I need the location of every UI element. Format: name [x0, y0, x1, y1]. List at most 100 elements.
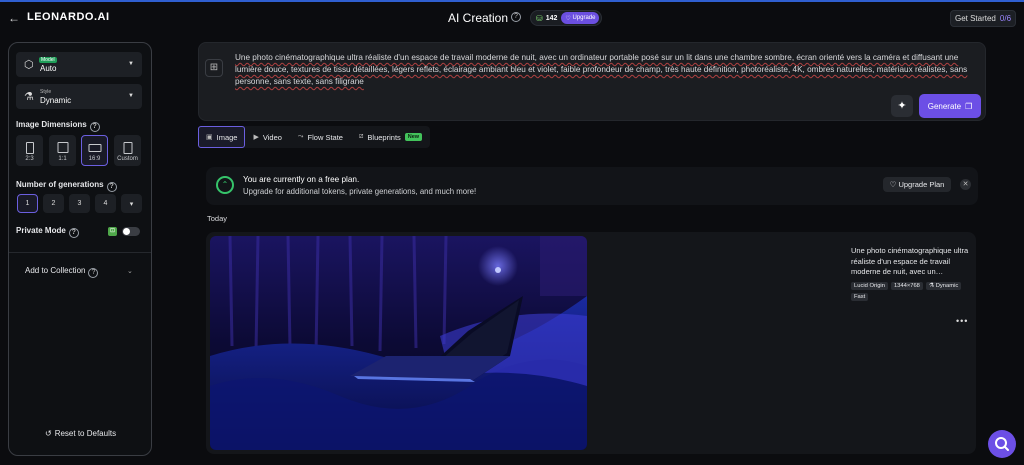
prompt-input[interactable]: Une photo cinématographique ultra réalis… — [235, 52, 975, 88]
generation-count-4[interactable]: 4 — [95, 194, 116, 213]
dimension-label: Custom — [117, 156, 138, 162]
tab-label: Blueprints — [367, 132, 401, 142]
style-tag: ⚗ Dynamic — [925, 282, 962, 290]
blueprint-icon: ⧄ — [358, 133, 364, 140]
lock-icon: ⊡ — [108, 227, 117, 236]
token-balance[interactable]: ⛁ 142 ♡ Upgrade — [530, 10, 603, 26]
tab-label: Image — [216, 132, 238, 142]
video-icon: ▶ — [253, 134, 259, 141]
help-icon[interactable]: ? — [88, 268, 99, 278]
generation-count-more[interactable]: ▾ — [121, 194, 142, 213]
add-to-collection-label: Add to Collection — [25, 266, 86, 275]
banner-title: You are currently on a free plan. — [243, 175, 360, 184]
token-icon: ⛁ — [536, 13, 543, 23]
generation-count-1[interactable]: 1 — [17, 194, 38, 213]
generation-count-2[interactable]: 2 — [43, 194, 64, 213]
prompt-box: ⊞ Une photo cinématographique ultra réal… — [198, 42, 986, 121]
help-icon[interactable]: ? — [89, 122, 100, 132]
toggle-knob — [123, 228, 130, 235]
generations-label: Number of generations? — [16, 180, 117, 192]
cube-icon: ⬡ — [24, 59, 34, 71]
brand-logo[interactable]: LEONARDO.AI — [27, 11, 110, 23]
style-icon: ⚗ — [24, 91, 34, 103]
square-icon — [57, 142, 68, 153]
dimension-label: 2:3 — [25, 156, 34, 162]
style-value: Dynamic — [40, 96, 72, 105]
private-mode-toggle[interactable] — [122, 227, 140, 236]
mode-tabs: ▣ Image ▶ Video ⤳ Flow State ⧄ Blueprints Ne… — [198, 126, 431, 148]
style-tag-label: Dynamic — [935, 283, 959, 289]
page-title: AI Creation — [448, 11, 509, 25]
upgrade-label: Upgrade — [572, 15, 596, 21]
upgrade-arrows-icon: ⌃ — [216, 176, 234, 194]
model-value: Auto — [40, 64, 57, 73]
landscape-icon — [88, 144, 101, 152]
dimension-1-1[interactable]: 1:1 — [49, 135, 76, 166]
image-dimensions-label: Image Dimensions? — [16, 120, 100, 132]
speed-tag: Fast — [851, 293, 869, 301]
tab-flow-state[interactable]: ⤳ Flow State — [290, 126, 351, 148]
get-started-button[interactable]: Get Started 0/6 — [950, 10, 1016, 27]
chevron-down-icon[interactable]: ⌄ — [127, 267, 133, 275]
model-tag: Model — [39, 57, 57, 63]
tab-image[interactable]: ▣ Image — [198, 126, 246, 148]
prompt-enhance-button[interactable]: ✦ — [891, 95, 913, 117]
dimension-label: 16:9 — [88, 156, 101, 162]
upgrade-button[interactable]: ♡ Upgrade — [561, 12, 600, 24]
image-upload-icon[interactable]: ⊞ — [205, 59, 223, 77]
portrait-icon — [25, 142, 34, 154]
generations-text: Number of generations — [16, 180, 104, 189]
top-bar: ← LEONARDO.AI AI Creation ? ⛁ 142 ♡ Upgr… — [0, 2, 1024, 32]
chevron-down-icon: ▼ — [128, 93, 134, 99]
chevron-down-icon: ▼ — [128, 61, 134, 67]
back-arrow-icon[interactable]: ← — [8, 11, 20, 25]
dimension-label: 1:1 — [58, 156, 67, 162]
new-badge: New — [404, 133, 423, 141]
tab-blueprints[interactable]: ⧄ Blueprints New — [351, 126, 430, 148]
get-started-progress: 0/6 — [999, 14, 1012, 23]
style-select[interactable]: ⚗ Style Dynamic ▼ — [16, 84, 142, 109]
private-mode-text: Private Mode — [16, 226, 66, 235]
feed-date-heading: Today — [207, 214, 228, 223]
heart-icon: ♡ — [889, 180, 899, 189]
private-mode-row: Private Mode? ⊡ — [16, 226, 142, 238]
get-started-label: Get Started — [954, 14, 996, 23]
help-icon[interactable]: ? — [68, 228, 79, 238]
more-options-icon[interactable]: ••• — [956, 316, 968, 326]
resolution-tag: 1344×768 — [890, 282, 923, 290]
model-select[interactable]: ⬡ Model Auto ▼ — [16, 52, 142, 77]
stack-icon: ❐ — [965, 101, 973, 111]
style-icon: ⚗ — [928, 283, 936, 289]
style-label: Style — [40, 89, 52, 95]
tab-label: Video — [262, 132, 282, 142]
reset-icon: ↺ — [45, 429, 52, 438]
upgrade-plan-label: Upgrade Plan — [898, 180, 945, 189]
close-icon[interactable]: ✕ — [960, 179, 971, 190]
add-to-collection[interactable]: Add to Collection? — [25, 266, 99, 278]
dimension-2-3[interactable]: 2:3 — [16, 135, 43, 166]
help-icon[interactable]: ? — [106, 182, 117, 192]
reset-to-defaults-button[interactable]: ↺ Reset to Defaults — [45, 429, 116, 438]
generation-card: Une photo cinématographique ultra réalis… — [206, 232, 976, 454]
tab-video[interactable]: ▶ Video — [245, 126, 289, 148]
generated-image[interactable] — [210, 236, 587, 450]
free-plan-banner: ⌃ You are currently on a free plan. Upgr… — [206, 167, 978, 205]
upgrade-plan-button[interactable]: ♡ Upgrade Plan — [883, 177, 951, 192]
settings-panel: ⬡ Model Auto ▼ ⚗ Style Dynamic ▼ Image D… — [8, 42, 152, 456]
divider — [9, 252, 151, 253]
image-dimensions-text: Image Dimensions — [16, 120, 87, 129]
generation-count-3[interactable]: 3 — [69, 194, 90, 213]
dimension-custom[interactable]: Custom — [114, 135, 141, 166]
custom-size-icon — [123, 142, 132, 154]
search-icon — [995, 437, 1009, 451]
generate-button[interactable]: Generate ❐ — [919, 94, 981, 118]
help-icon[interactable]: ? — [511, 12, 521, 22]
flow-icon: ⤳ — [297, 133, 304, 140]
private-mode-label: Private Mode? — [16, 226, 79, 238]
generated-image-render — [210, 236, 587, 450]
dimension-16-9[interactable]: 16:9 — [81, 135, 108, 166]
search-assistant-button[interactable] — [988, 430, 1016, 458]
image-icon: ▣ — [206, 134, 213, 141]
generate-label: Generate — [927, 101, 962, 111]
tab-label: Flow State — [307, 132, 343, 142]
